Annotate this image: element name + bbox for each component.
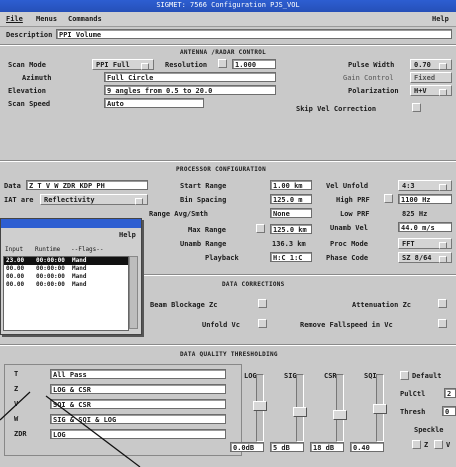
pointer-line-right: [45, 395, 141, 467]
pointer-line-left: [0, 391, 31, 421]
pointer-lines: [0, 391, 141, 467]
